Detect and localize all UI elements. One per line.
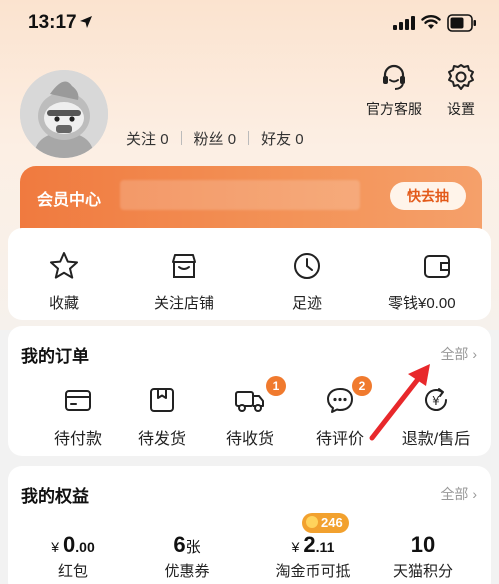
order-pending-shipment[interactable]: 待发货: [122, 384, 202, 449]
orders-view-all-link[interactable]: 全部 ›: [440, 344, 477, 364]
member-center-banner[interactable]: 会员中心 快去抽: [20, 166, 482, 230]
truck-icon: [235, 391, 264, 412]
benefit-value: ¥2.11: [291, 532, 335, 557]
signal-icon: [393, 16, 415, 30]
benefit-value: ¥0.00: [51, 532, 95, 557]
star-icon: [50, 252, 78, 279]
divider: [248, 131, 250, 145]
divider: [180, 131, 182, 145]
my-benefits-card: 我的权益 全部 › 246 ¥0.00 红包 6张 优惠券 ¥2.11 淘金币可…: [8, 466, 491, 584]
benefit-value: 6张: [173, 532, 201, 557]
followed-shops-button[interactable]: 关注店铺: [154, 250, 214, 313]
member-center-title: 会员中心: [37, 192, 102, 209]
chat-bubble-icon: [327, 388, 353, 413]
customer-service-button[interactable]: 官方客服: [366, 62, 422, 119]
benefit-red-packet[interactable]: ¥0.00 红包: [18, 532, 128, 581]
customer-service-label: 官方客服: [366, 101, 422, 117]
change-wallet-button[interactable]: 零钱¥0.00: [388, 250, 456, 313]
order-item-label: 待收货: [225, 431, 274, 448]
benefit-label: 天猫积分: [392, 563, 453, 580]
avatar-character-icon: [20, 70, 108, 158]
package-icon: [150, 388, 174, 412]
order-item-label: 待付款: [53, 431, 102, 448]
wallet-icon: [423, 255, 450, 278]
shop-icon: [172, 254, 196, 278]
benefit-value: 10: [410, 532, 436, 557]
location-arrow-icon: [80, 16, 92, 28]
card-icon: [65, 390, 91, 411]
footprints-label: 足迹: [291, 295, 322, 312]
benefit-tmall-points[interactable]: 10 天猫积分: [368, 532, 478, 581]
quick-actions-card: 收藏 关注店铺 足迹 零钱¥0.00: [8, 228, 491, 320]
status-bar: 13:17: [0, 0, 499, 50]
status-time: 13:17: [28, 12, 77, 33]
my-benefits-title: 我的权益: [21, 487, 89, 506]
benefits-view-all-link[interactable]: 全部 ›: [440, 484, 477, 504]
order-count-badge: 1: [266, 376, 286, 396]
benefit-label: 红包: [57, 563, 88, 580]
wifi-icon: [421, 15, 441, 29]
favorites-button[interactable]: 收藏: [48, 250, 80, 313]
stat-friends[interactable]: 好友 0: [261, 128, 304, 149]
followed-shops-label: 关注店铺: [154, 295, 215, 312]
change-label: 零钱¥0.00: [388, 295, 456, 312]
settings-label: 设置: [447, 101, 475, 117]
profile-stats: 关注 0 粉丝 0 好友 0: [126, 128, 304, 149]
member-blurred-content: [120, 180, 360, 210]
footprints-button[interactable]: 足迹: [291, 250, 323, 313]
coin-icon: [306, 516, 318, 528]
settings-button[interactable]: 设置: [446, 62, 476, 119]
gear-icon: [448, 64, 474, 90]
headset-icon: [383, 64, 405, 90]
order-item-label: 待发货: [137, 431, 186, 448]
coin-count-badge: 246: [302, 513, 349, 533]
order-pending-receipt[interactable]: 1 待收货: [210, 376, 290, 449]
red-arrow-annotation: [369, 364, 430, 441]
benefit-coupons[interactable]: 6张 优惠券: [132, 532, 242, 581]
benefit-label: 优惠券: [164, 563, 210, 580]
benefit-label: 淘金币可抵: [275, 563, 351, 580]
avatar[interactable]: [20, 70, 108, 158]
clock-icon: [294, 253, 320, 279]
member-draw-button[interactable]: 快去抽: [390, 182, 466, 210]
stat-fans[interactable]: 粉丝 0: [194, 128, 237, 149]
benefit-taojinbi[interactable]: ¥2.11 淘金币可抵: [258, 532, 368, 581]
stat-following[interactable]: 关注 0: [126, 128, 169, 149]
favorites-label: 收藏: [48, 295, 79, 312]
battery-icon: [447, 14, 476, 32]
order-pending-payment[interactable]: 待付款: [38, 384, 118, 449]
my-orders-title: 我的订单: [21, 347, 89, 366]
